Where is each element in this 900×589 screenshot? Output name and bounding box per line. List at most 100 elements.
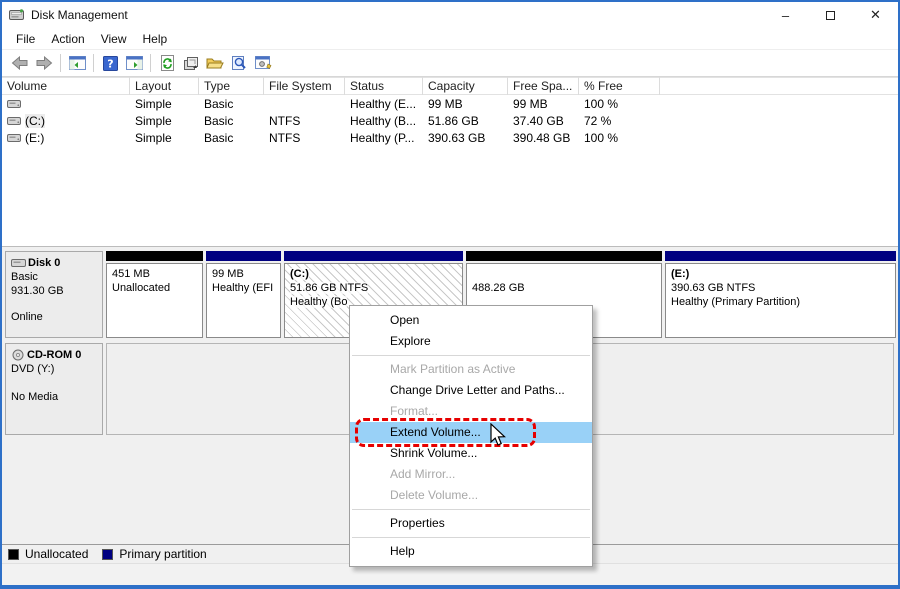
- partition-letter: (E:): [671, 268, 689, 280]
- menu-item-open[interactable]: Open: [350, 310, 592, 331]
- volume-type: Basic: [199, 97, 264, 111]
- partition-status: Unallocated: [112, 282, 170, 294]
- volume-capacity: 51.86 GB: [423, 114, 508, 128]
- window-title: Disk Management: [31, 8, 128, 22]
- menu-item-properties[interactable]: Properties: [350, 513, 592, 534]
- open-folder-icon[interactable]: [203, 52, 227, 74]
- find-icon[interactable]: [227, 52, 251, 74]
- disk0-label-panel[interactable]: Disk 0 Basic 931.30 GB Online: [5, 251, 103, 338]
- volume-row-efi[interactable]: Simple Basic Healthy (E... 99 MB 99 MB 1…: [2, 95, 898, 112]
- volume-name: (E:): [25, 131, 44, 145]
- volume-type: Basic: [199, 114, 264, 128]
- column-header-status[interactable]: Status: [345, 77, 423, 95]
- menu-separator: [352, 509, 590, 510]
- column-header-filler: [660, 77, 898, 95]
- maximize-button[interactable]: [808, 2, 853, 28]
- menu-view[interactable]: View: [93, 30, 135, 48]
- volume-capacity: 390.63 GB: [423, 131, 508, 145]
- column-header-pct-free[interactable]: % Free: [579, 77, 660, 95]
- toolbar-separator: [93, 54, 94, 72]
- column-header-capacity[interactable]: Capacity: [423, 77, 508, 95]
- partition-color-bar: [466, 251, 662, 261]
- menu-item-change-drive-letter[interactable]: Change Drive Letter and Paths...: [350, 380, 592, 401]
- help-topics-icon[interactable]: [251, 52, 275, 74]
- menu-file[interactable]: File: [8, 30, 43, 48]
- close-button[interactable]: ✕: [853, 2, 898, 28]
- volume-status: Healthy (P...: [345, 131, 423, 145]
- volume-file-system: NTFS: [264, 131, 345, 145]
- volume-name: (C:): [25, 114, 45, 128]
- volume-row-c[interactable]: (C:) Simple Basic NTFS Healthy (B... 51.…: [2, 112, 898, 129]
- menu-item-delete-volume: Delete Volume...: [350, 485, 592, 506]
- column-header-file-system[interactable]: File System: [264, 77, 345, 95]
- disk0-status: Online: [11, 310, 97, 324]
- legend-unallocated-swatch: [8, 549, 19, 560]
- column-header-type[interactable]: Type: [199, 77, 264, 95]
- menu-item-add-mirror: Add Mirror...: [350, 464, 592, 485]
- forward-icon[interactable]: [32, 52, 56, 74]
- volume-row-e[interactable]: (E:) Simple Basic NTFS Healthy (P... 390…: [2, 129, 898, 146]
- legend-unallocated-label: Unallocated: [25, 547, 88, 561]
- column-header-volume[interactable]: Volume: [2, 77, 130, 95]
- properties-icon[interactable]: [179, 52, 203, 74]
- partition-color-bar: [665, 251, 896, 261]
- cd-icon: [11, 349, 25, 361]
- back-icon[interactable]: [8, 52, 32, 74]
- volume-file-system: NTFS: [264, 114, 345, 128]
- menu-bar: File Action View Help: [2, 28, 898, 50]
- disk0-size: 931.30 GB: [11, 284, 97, 298]
- disk0-type: Basic: [11, 270, 97, 284]
- toolbar-separator: [60, 54, 61, 72]
- cdrom-drive: DVD (Y:): [11, 362, 97, 376]
- volume-list-pane: Volume Layout Type File System Status Ca…: [2, 77, 898, 246]
- volume-icon: [7, 115, 21, 126]
- help-icon[interactable]: ?: [98, 52, 122, 74]
- volume-pct-free: 100 %: [579, 97, 660, 111]
- refresh-icon[interactable]: [155, 52, 179, 74]
- legend-primary-label: Primary partition: [119, 547, 206, 561]
- volume-icon: [7, 98, 21, 109]
- column-header-layout[interactable]: Layout: [130, 77, 199, 95]
- partition-color-bar: [284, 251, 463, 261]
- disk-icon: [11, 258, 26, 268]
- minimize-button[interactable]: –: [763, 2, 808, 28]
- partition-e-drive[interactable]: (E:) 390.63 GB NTFS Healthy (Primary Par…: [665, 251, 896, 338]
- app-disk-icon: [9, 9, 25, 22]
- disk-management-window: Disk Management – ✕ File Action View Hel…: [0, 0, 900, 589]
- menu-item-help[interactable]: Help: [350, 541, 592, 562]
- menu-item-extend-volume[interactable]: Extend Volume...: [350, 422, 592, 443]
- toolbar-separator: [150, 54, 151, 72]
- volume-status: Healthy (E...: [345, 97, 423, 111]
- cdrom-label-panel[interactable]: CD-ROM 0 DVD (Y:) No Media: [5, 343, 103, 435]
- show-action-pane-icon[interactable]: [122, 52, 146, 74]
- volume-free-space: 37.40 GB: [508, 114, 579, 128]
- volume-layout: Simple: [130, 131, 199, 145]
- menu-item-mark-partition-active: Mark Partition as Active: [350, 359, 592, 380]
- show-console-tree-icon[interactable]: [65, 52, 89, 74]
- volume-table-header: Volume Layout Type File System Status Ca…: [2, 77, 898, 95]
- partition-size: 451 MB: [112, 268, 150, 280]
- partition-efi-99mb[interactable]: 99 MB Healthy (EFI: [206, 251, 281, 338]
- volume-icon: [7, 132, 21, 143]
- partition-status: Healthy (Bo: [290, 296, 347, 308]
- column-header-free-space[interactable]: Free Spa...: [508, 77, 579, 95]
- disk0-name: Disk 0: [28, 256, 60, 270]
- volume-status: Healthy (B...: [345, 114, 423, 128]
- volume-free-space: 390.48 GB: [508, 131, 579, 145]
- title-bar: Disk Management – ✕: [2, 2, 898, 28]
- volume-layout: Simple: [130, 114, 199, 128]
- partition-status: Healthy (Primary Partition): [671, 296, 800, 308]
- cdrom-media: No Media: [11, 390, 97, 404]
- menu-separator: [352, 355, 590, 356]
- menu-item-shrink-volume[interactable]: Shrink Volume...: [350, 443, 592, 464]
- partition-context-menu: Open Explore Mark Partition as Active Ch…: [349, 305, 593, 567]
- menu-item-explore[interactable]: Explore: [350, 331, 592, 352]
- menu-help[interactable]: Help: [135, 30, 176, 48]
- partition-size: 51.86 GB NTFS: [290, 282, 368, 294]
- partition-size: 390.63 GB NTFS: [671, 282, 755, 294]
- volume-layout: Simple: [130, 97, 199, 111]
- menu-action[interactable]: Action: [43, 30, 92, 48]
- menu-separator: [352, 537, 590, 538]
- partition-unallocated-451mb[interactable]: 451 MB Unallocated: [106, 251, 203, 338]
- partition-color-bar: [106, 251, 203, 261]
